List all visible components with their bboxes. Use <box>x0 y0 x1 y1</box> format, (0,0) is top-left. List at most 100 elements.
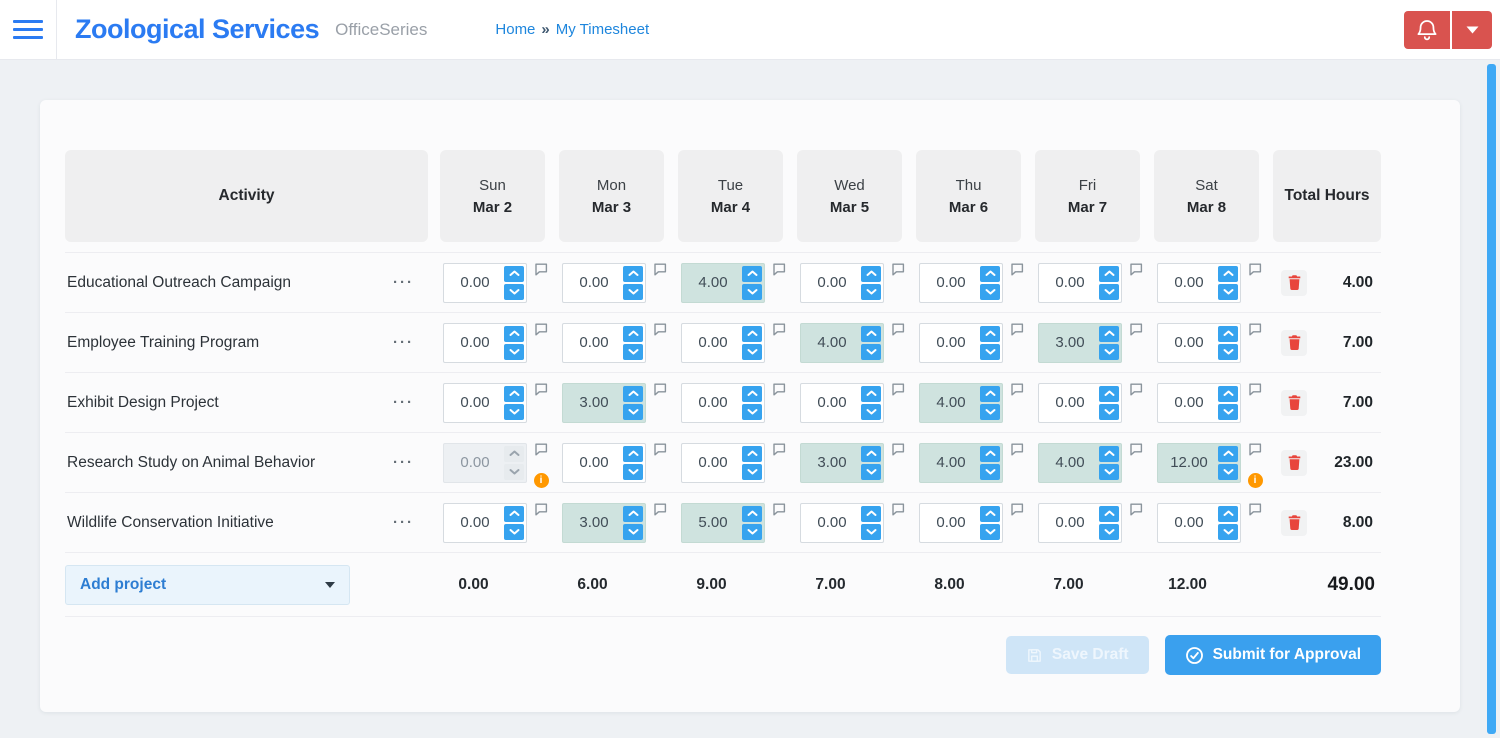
comment-icon[interactable] <box>772 263 786 276</box>
hours-input[interactable]: 0.00 <box>1038 263 1122 303</box>
add-project-select[interactable]: Add project <box>65 565 350 605</box>
comment-icon[interactable] <box>653 263 667 276</box>
comment-icon[interactable] <box>653 383 667 396</box>
decrement-button[interactable] <box>1099 284 1119 300</box>
hours-input[interactable]: 3.00 <box>562 503 646 543</box>
decrement-button[interactable] <box>1099 524 1119 540</box>
comment-icon[interactable] <box>891 503 905 516</box>
delete-row-button[interactable] <box>1281 270 1307 296</box>
increment-button[interactable] <box>980 326 1000 342</box>
user-menu-button[interactable] <box>1452 11 1492 49</box>
comment-icon[interactable] <box>653 323 667 336</box>
notification-bell-button[interactable] <box>1404 11 1450 49</box>
decrement-button[interactable] <box>1218 524 1238 540</box>
comment-icon[interactable] <box>891 323 905 336</box>
decrement-button[interactable] <box>1099 344 1119 360</box>
row-menu-button[interactable]: ··· <box>393 274 414 291</box>
comment-icon[interactable] <box>1010 323 1024 336</box>
decrement-button[interactable] <box>742 344 762 360</box>
comment-icon[interactable] <box>1010 443 1024 456</box>
decrement-button[interactable] <box>861 404 881 420</box>
hours-input[interactable]: 4.00 <box>800 323 884 363</box>
increment-button[interactable] <box>504 446 524 462</box>
decrement-button[interactable] <box>980 344 1000 360</box>
hours-input[interactable]: 0.00 <box>800 263 884 303</box>
comment-icon[interactable] <box>534 323 548 336</box>
hours-input[interactable]: 0.00 <box>1157 323 1241 363</box>
increment-button[interactable] <box>980 506 1000 522</box>
decrement-button[interactable] <box>980 524 1000 540</box>
hours-input[interactable]: 4.00 <box>919 383 1003 423</box>
hours-input[interactable]: 0.00 <box>681 383 765 423</box>
hours-input[interactable]: 0.00 <box>1038 383 1122 423</box>
comment-icon[interactable] <box>891 263 905 276</box>
hours-input[interactable]: 0.00 <box>681 323 765 363</box>
hours-input[interactable]: 0.00 <box>443 263 527 303</box>
decrement-button[interactable] <box>861 284 881 300</box>
decrement-button[interactable] <box>1099 404 1119 420</box>
comment-icon[interactable] <box>1248 383 1262 396</box>
comment-icon[interactable] <box>534 263 548 276</box>
hours-input[interactable]: 0.00 <box>919 323 1003 363</box>
decrement-button[interactable] <box>1218 284 1238 300</box>
increment-button[interactable] <box>742 326 762 342</box>
decrement-button[interactable] <box>623 404 643 420</box>
decrement-button[interactable] <box>623 284 643 300</box>
row-menu-button[interactable]: ··· <box>393 454 414 471</box>
increment-button[interactable] <box>623 266 643 282</box>
decrement-button[interactable] <box>742 284 762 300</box>
increment-button[interactable] <box>742 386 762 402</box>
decrement-button[interactable] <box>861 344 881 360</box>
increment-button[interactable] <box>1099 266 1119 282</box>
vertical-scrollbar[interactable] <box>1487 64 1496 734</box>
decrement-button[interactable] <box>1218 404 1238 420</box>
decrement-button[interactable] <box>1218 464 1238 480</box>
decrement-button[interactable] <box>742 524 762 540</box>
comment-icon[interactable] <box>891 383 905 396</box>
increment-button[interactable] <box>861 266 881 282</box>
increment-button[interactable] <box>1099 326 1119 342</box>
comment-icon[interactable] <box>1248 443 1262 456</box>
comment-icon[interactable] <box>1248 263 1262 276</box>
comment-icon[interactable] <box>1248 503 1262 516</box>
increment-button[interactable] <box>1099 386 1119 402</box>
delete-row-button[interactable] <box>1281 330 1307 356</box>
increment-button[interactable] <box>861 386 881 402</box>
hours-input[interactable]: 4.00 <box>1038 443 1122 483</box>
increment-button[interactable] <box>742 446 762 462</box>
increment-button[interactable] <box>504 326 524 342</box>
comment-icon[interactable] <box>534 503 548 516</box>
comment-icon[interactable] <box>1129 503 1143 516</box>
comment-icon[interactable] <box>653 503 667 516</box>
increment-button[interactable] <box>1218 506 1238 522</box>
increment-button[interactable] <box>623 386 643 402</box>
decrement-button[interactable] <box>623 464 643 480</box>
hours-input[interactable]: 4.00 <box>919 443 1003 483</box>
hours-input[interactable]: 12.00 <box>1157 443 1241 483</box>
increment-button[interactable] <box>623 506 643 522</box>
hours-input[interactable]: 5.00 <box>681 503 765 543</box>
decrement-button[interactable] <box>1218 344 1238 360</box>
comment-icon[interactable] <box>1010 383 1024 396</box>
increment-button[interactable] <box>1218 386 1238 402</box>
increment-button[interactable] <box>504 386 524 402</box>
comment-icon[interactable] <box>1129 443 1143 456</box>
increment-button[interactable] <box>980 446 1000 462</box>
comment-icon[interactable] <box>772 323 786 336</box>
comment-icon[interactable] <box>1129 263 1143 276</box>
decrement-button[interactable] <box>504 524 524 540</box>
decrement-button[interactable] <box>504 284 524 300</box>
increment-button[interactable] <box>1099 506 1119 522</box>
increment-button[interactable] <box>980 386 1000 402</box>
comment-icon[interactable] <box>534 383 548 396</box>
hours-input[interactable]: 0.00 <box>1157 263 1241 303</box>
comment-icon[interactable] <box>1010 263 1024 276</box>
hours-input[interactable]: 0.00 <box>1157 503 1241 543</box>
increment-button[interactable] <box>1218 446 1238 462</box>
hours-input[interactable]: 3.00 <box>800 443 884 483</box>
increment-button[interactable] <box>742 506 762 522</box>
hours-input[interactable]: 0.00 <box>562 263 646 303</box>
increment-button[interactable] <box>861 326 881 342</box>
hours-input[interactable]: 0.00 <box>1038 503 1122 543</box>
decrement-button[interactable] <box>980 284 1000 300</box>
